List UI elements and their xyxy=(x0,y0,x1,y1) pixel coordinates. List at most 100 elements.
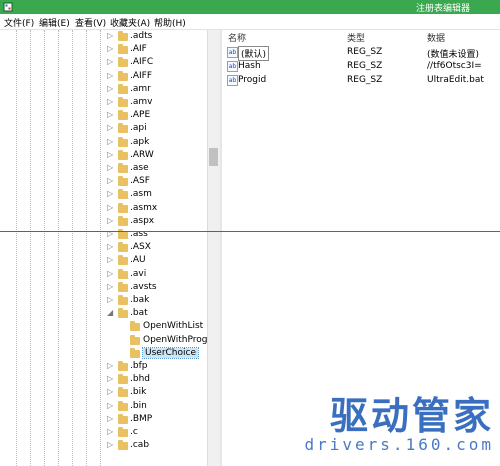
tree-key[interactable]: ▷ .amv xyxy=(0,97,206,110)
tree-key[interactable]: ▷ .bik xyxy=(0,387,206,400)
menu-edit[interactable]: 编辑(E) xyxy=(39,16,70,29)
expand-arrow-icon[interactable]: ▷ xyxy=(107,361,113,370)
tree-key[interactable]: ▷ .c xyxy=(0,427,206,440)
tree-key[interactable]: ▷ .bfp xyxy=(0,361,206,374)
tree-key[interactable]: ▷ .ARW xyxy=(0,149,206,163)
value-name: (默认) xyxy=(238,46,270,61)
expand-arrow-icon[interactable]: ▷ xyxy=(107,203,113,212)
expand-arrow-icon[interactable]: ▷ xyxy=(107,57,113,66)
expand-arrow-icon[interactable]: ▷ xyxy=(107,71,113,80)
folder-icon xyxy=(118,255,128,266)
expand-arrow-icon[interactable]: ▷ xyxy=(107,123,113,132)
registry-key-tree[interactable]: ▷ .adts ▷ .AIF ▷ .AIFC ▷ .AIFF ▷ .amr ▷ .amv ▷ .APE ▷.… xyxy=(0,30,220,466)
expand-arrow-icon[interactable]: ▷ xyxy=(107,269,113,278)
tree-key[interactable]: ▷ .amr xyxy=(0,83,206,97)
tree-key-label: .avsts xyxy=(130,281,157,292)
tree-key-label: .cab xyxy=(130,440,150,451)
scrollbar-thumb[interactable] xyxy=(209,148,218,166)
value-row[interactable]: ab (默认) REG_SZ (数值未设置) xyxy=(222,46,500,61)
tree-key[interactable]: ▷ .bhd xyxy=(0,374,206,387)
tree-key[interactable]: ▷ .BMP xyxy=(0,413,206,427)
tree-key-label: OpenWithList xyxy=(143,321,204,332)
expand-arrow-icon[interactable]: ▷ xyxy=(107,176,113,185)
expand-arrow-icon[interactable]: ▷ xyxy=(107,150,113,159)
column-header-type[interactable]: 类型 xyxy=(347,31,365,44)
expand-arrow-icon[interactable]: ▷ xyxy=(107,427,113,436)
tree-key-label: UserChoice xyxy=(142,346,199,359)
folder-icon xyxy=(118,70,128,81)
folder-icon xyxy=(118,374,128,385)
menu-help[interactable]: 帮助(H) xyxy=(154,16,186,29)
expand-arrow-icon[interactable]: ▷ xyxy=(107,282,113,291)
expand-arrow-icon[interactable]: ▷ xyxy=(107,44,113,53)
tree-key-label: .bhd xyxy=(130,374,150,385)
tree-key[interactable]: ▷ .ase xyxy=(0,163,206,176)
menu-view[interactable]: 查看(V) xyxy=(75,16,106,29)
expand-arrow-icon[interactable]: ▷ xyxy=(107,84,113,93)
folder-icon xyxy=(118,413,128,424)
tree-key[interactable]: ▷ .AIF xyxy=(0,44,206,57)
tree-key[interactable]: ▷ .asm xyxy=(0,189,206,202)
tree-key-label: .AU xyxy=(130,255,146,266)
expand-arrow-icon[interactable]: ▷ xyxy=(107,440,113,449)
menu-favorites[interactable]: 收藏夹(A) xyxy=(110,16,150,29)
tree-key-label: .bin xyxy=(130,400,147,411)
expand-arrow-icon[interactable]: ▷ xyxy=(107,242,113,251)
tree-key[interactable]: ▷ .api xyxy=(0,123,206,136)
collapse-arrow-icon[interactable]: ◢ xyxy=(107,308,113,317)
tree-key[interactable]: ▷ .bin xyxy=(0,400,206,414)
expand-arrow-icon[interactable]: ▷ xyxy=(107,137,113,146)
tree-subkey[interactable]: UserChoice xyxy=(0,346,206,361)
value-row[interactable]: ab Hash REG_SZ //tf6Otsc3I= xyxy=(222,61,500,73)
folder-icon xyxy=(118,97,128,107)
expand-arrow-icon[interactable]: ▷ xyxy=(107,374,113,383)
tree-key[interactable]: ▷ .AIFC xyxy=(0,57,206,70)
tree-key[interactable]: ▷ .bak xyxy=(0,295,206,308)
expand-arrow-icon[interactable]: ▷ xyxy=(107,163,113,172)
menu-file[interactable]: 文件(F) xyxy=(4,16,34,29)
value-type: REG_SZ xyxy=(347,47,383,57)
column-header-name[interactable]: 名称 xyxy=(228,31,246,44)
tree-subkey[interactable]: OpenWithList xyxy=(0,321,206,334)
expand-arrow-icon[interactable]: ▷ xyxy=(107,295,113,304)
tree-key[interactable]: ▷ .cab xyxy=(0,440,206,453)
tree-key[interactable]: ▷ .asmx xyxy=(0,202,206,216)
expand-arrow-icon[interactable]: ▷ xyxy=(107,255,113,264)
expand-arrow-icon[interactable]: ▷ xyxy=(107,31,113,40)
folder-icon xyxy=(118,308,128,319)
column-header-data[interactable]: 数据 xyxy=(427,31,445,44)
tree-key[interactable]: ▷ .APE xyxy=(0,110,206,123)
folder-icon xyxy=(118,83,128,94)
expand-arrow-icon[interactable]: ▷ xyxy=(107,401,113,410)
folder-icon xyxy=(118,427,128,437)
tree-key[interactable]: ▷ .AU xyxy=(0,255,206,268)
folder-icon xyxy=(118,202,128,213)
folder-icon xyxy=(118,110,128,121)
folder-icon xyxy=(118,31,128,41)
tree-key[interactable]: ▷ .avsts xyxy=(0,281,206,295)
expand-arrow-icon[interactable]: ▷ xyxy=(107,414,113,423)
value-row[interactable]: ab Progid REG_SZ UltraEdit.bat xyxy=(222,75,500,87)
folder-icon xyxy=(118,229,128,239)
watermark-url: drivers.160.com xyxy=(304,435,494,454)
folder-icon xyxy=(118,400,128,411)
tree-key[interactable]: ▷ .AIFF xyxy=(0,70,206,84)
tree-key[interactable]: ▷ .adts xyxy=(0,31,206,44)
tree-key[interactable]: ▷ .ASF xyxy=(0,176,206,189)
tree-key[interactable]: ◢ .bat xyxy=(0,308,206,321)
tree-key[interactable]: ▷ .apk xyxy=(0,136,206,150)
tree-key[interactable]: ▷ .avi xyxy=(0,268,206,282)
expand-arrow-icon[interactable]: ▷ xyxy=(107,387,113,396)
tree-key[interactable]: ▷ .aspx xyxy=(0,215,206,229)
folder-icon xyxy=(130,334,140,345)
value-data: //tf6Otsc3I= xyxy=(427,61,482,71)
tree-subkey[interactable]: OpenWithProgid xyxy=(0,334,216,348)
tree-scrollbar[interactable] xyxy=(207,30,220,466)
expand-arrow-icon[interactable]: ▷ xyxy=(107,97,113,106)
expand-arrow-icon[interactable]: ▷ xyxy=(107,189,113,198)
tree-key[interactable]: ▷ .ASX xyxy=(0,242,206,255)
tree-key-label: .ASX xyxy=(130,242,151,253)
folder-icon xyxy=(118,215,128,226)
expand-arrow-icon[interactable]: ▷ xyxy=(107,216,113,225)
expand-arrow-icon[interactable]: ▷ xyxy=(107,110,113,119)
